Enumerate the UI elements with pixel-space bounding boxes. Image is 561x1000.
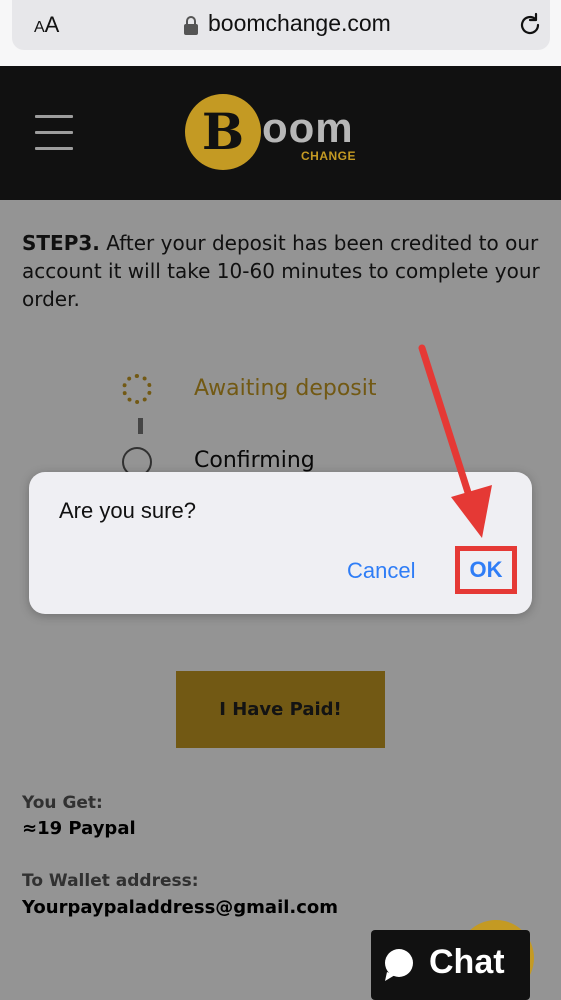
chat-button[interactable]: Chat [371,930,530,1000]
annotation-arrow-icon [418,344,492,538]
chat-bubble-icon [385,949,413,981]
chat-label: Chat [429,943,505,981]
